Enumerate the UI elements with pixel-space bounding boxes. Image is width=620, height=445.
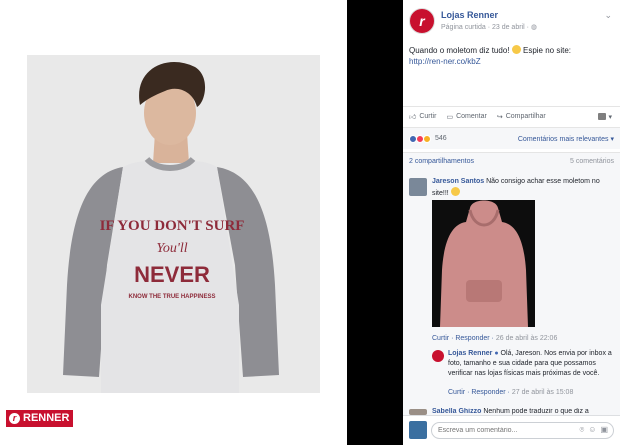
post-text-main: Quando o moletom diz tudo!: [409, 46, 510, 55]
comment-body: Jareson Santos Não consigo achar esse mo…: [432, 177, 612, 199]
comment-like-link[interactable]: Curtir: [432, 335, 449, 342]
dropdown-caret-icon: ▾: [610, 135, 614, 143]
post-meta-text: Página curtida · 23 de abril ·: [441, 24, 529, 31]
post-actions: 👍︎ Curtir ▭ Comentar ↪ Compartilhar ▾: [403, 106, 620, 126]
shares-count-link[interactable]: 2 compartilhamentos: [409, 158, 474, 165]
product-photo[interactable]: IF YOU DON'T SURF You'll NEVER KNOW THE …: [27, 55, 320, 393]
post-header: r Lojas Renner Página curtida · 23 de ab…: [409, 8, 614, 36]
renner-logo-text: RENNER: [23, 412, 70, 424]
comment-label: Comentar: [456, 113, 487, 120]
user-avatar: [409, 421, 427, 439]
reply-reply-link[interactable]: Responder: [471, 389, 505, 396]
comment-actions: Curtir · Responder · 26 de abril às 22:0…: [432, 335, 558, 342]
emoji-icon[interactable]: ☺: [588, 425, 596, 435]
renner-r-icon: r: [9, 413, 20, 424]
reply-page-avatar[interactable]: [432, 350, 444, 362]
post-text-suffix: Espie no site:: [522, 46, 572, 55]
reaction-count[interactable]: 546: [435, 135, 447, 142]
comment-order-dropdown[interactable]: Comentários mais relevantes ▾: [518, 135, 614, 143]
post-link[interactable]: http://ren-ner.co/kbZ: [409, 56, 614, 67]
commenter-avatar[interactable]: [409, 178, 427, 196]
share-label: Compartilhar: [505, 113, 546, 120]
wow-reaction-icon[interactable]: [423, 134, 431, 143]
smile-emoji-icon: [511, 45, 521, 54]
comment-order-label: Comentários mais relevantes: [517, 135, 609, 143]
chevron-down-icon[interactable]: ⌄: [604, 10, 612, 21]
commenter-name-link[interactable]: Jareson Santos: [432, 178, 484, 185]
dropdown-caret-icon: ▾: [608, 113, 612, 121]
page-avatar[interactable]: r: [409, 8, 435, 34]
reply-actions: Curtir · Responder · 27 de abril às 15:0…: [448, 389, 574, 396]
reply-like-link[interactable]: Curtir: [448, 389, 465, 396]
comment-composer: ⌾ ☺ ▣: [403, 415, 620, 445]
reactions-bar: 546 Comentários mais relevantes ▾: [403, 127, 620, 149]
photo-viewer: IF YOU DON'T SURF You'll NEVER KNOW THE …: [0, 0, 620, 445]
sad-emoji-icon: [450, 187, 460, 196]
comment-icon: ▭: [446, 113, 454, 121]
print-line-2: You'll: [156, 241, 187, 256]
commenter-name-link[interactable]: Sabella Ghizzo: [432, 408, 481, 415]
share-arrow-icon: ↪: [496, 113, 503, 121]
viewer-gutter: [347, 0, 403, 445]
like-button[interactable]: 👍︎ Curtir: [409, 112, 436, 121]
share-button[interactable]: ↪ Compartilhar: [497, 113, 546, 121]
thumbs-up-icon: 👍︎: [409, 114, 417, 121]
gif-icon[interactable]: ▣: [600, 425, 608, 435]
comment-text: Nenhum pode traduzir o que diz a: [483, 408, 589, 415]
reply-timestamp[interactable]: 27 de abril às 15:08: [512, 389, 574, 396]
pink-hoodie-image: [432, 200, 535, 327]
renner-logo: r RENNER: [6, 410, 74, 427]
print-line-3: NEVER: [134, 262, 210, 287]
print-line-1: IF YOU DON'T SURF: [100, 218, 245, 234]
reply-author-link[interactable]: Lojas Renner: [448, 350, 492, 357]
model-illustration: IF YOU DON'T SURF You'll NEVER KNOW THE …: [63, 61, 279, 393]
share-stats: 2 compartilhamentos 5 comentários: [403, 152, 620, 170]
comment-timestamp[interactable]: 26 de abril às 22:06: [496, 335, 558, 342]
post-panel: r Lojas Renner Página curtida · 23 de ab…: [403, 0, 620, 445]
comment-body: Sabella Ghizzo Nenhum pode traduzir o qu…: [432, 408, 612, 415]
camera-icon[interactable]: ⌾: [579, 425, 584, 435]
verified-icon: ●: [494, 350, 499, 357]
audience-selector[interactable]: ▾: [598, 113, 612, 121]
comments-count[interactable]: 5 comentários: [570, 158, 614, 165]
post-text: Quando o moletom diz tudo! Espie no site…: [409, 45, 614, 67]
like-label: Curtir: [419, 113, 437, 120]
reply-body: Lojas Renner ● Olá, Jareson. Nos envia p…: [448, 349, 614, 379]
page-name-link[interactable]: Lojas Renner: [441, 10, 498, 20]
post-meta: Página curtida · 23 de abril · ◍: [441, 23, 537, 31]
comment-attached-photo[interactable]: [432, 200, 535, 327]
comment-reply-link[interactable]: Responder: [455, 335, 489, 342]
print-line-4: KNOW THE TRUE HAPPINESS: [128, 294, 215, 300]
image-icon: [598, 113, 607, 120]
comments-list: Jareson Santos Não consigo achar esse mo…: [403, 170, 620, 415]
composer-icons: ⌾ ☺ ▣: [579, 425, 608, 435]
comment-button[interactable]: ▭ Comentar: [446, 113, 486, 121]
photo-pane: IF YOU DON'T SURF You'll NEVER KNOW THE …: [0, 0, 347, 445]
globe-icon: ◍: [530, 24, 537, 31]
